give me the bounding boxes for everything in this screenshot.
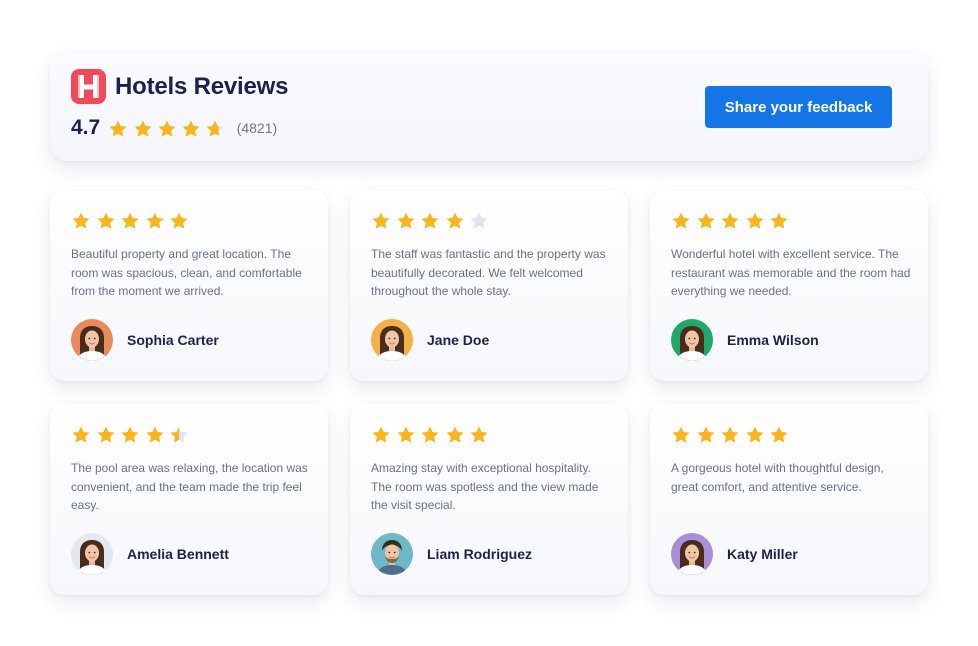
reviewer-name: Emma Wilson xyxy=(727,332,819,348)
star-icon xyxy=(721,426,739,443)
reviewer-name: Amelia Bennett xyxy=(127,546,229,562)
star-icon xyxy=(746,212,764,229)
star-icon xyxy=(97,212,115,229)
header-card: Hotels Reviews 4.7 (4821) Share your fee… xyxy=(50,52,928,161)
reviewer-name: Sophia Carter xyxy=(127,332,219,348)
star-icon xyxy=(421,426,439,443)
star-icon xyxy=(672,212,690,229)
star-icon xyxy=(672,426,690,443)
review-rating-stars xyxy=(71,425,194,444)
star-icon xyxy=(721,212,739,229)
review-card: The staff was fantastic and the property… xyxy=(350,190,628,381)
hotels-logo-icon xyxy=(71,69,106,104)
star-icon xyxy=(121,212,139,229)
star-icon xyxy=(397,212,415,229)
star-icon xyxy=(697,426,715,443)
reviewer-name: Katy Miller xyxy=(727,546,798,562)
star-icon xyxy=(97,426,115,443)
star-icon xyxy=(170,212,188,229)
star-icon xyxy=(397,426,415,443)
man-portrait-icon xyxy=(371,533,413,575)
star-icon xyxy=(121,426,139,443)
star-icon xyxy=(421,212,439,229)
reviewer: Liam Rodriguez xyxy=(371,533,532,575)
star-icon xyxy=(133,119,152,137)
star-icon xyxy=(697,212,715,229)
half-star-icon xyxy=(170,426,188,443)
review-text: A gorgeous hotel with thoughtful design,… xyxy=(671,461,884,494)
brand: Hotels Reviews xyxy=(71,69,288,104)
star-icon xyxy=(158,119,176,137)
star-icon xyxy=(770,212,788,229)
half-star-icon xyxy=(206,119,224,137)
woman-portrait-icon xyxy=(371,319,413,361)
woman-portrait-icon xyxy=(71,533,113,575)
reviewer-name: Liam Rodriguez xyxy=(427,546,533,562)
woman-portrait-icon xyxy=(671,319,713,361)
star-icon xyxy=(146,212,164,229)
review-text: The staff was fantastic and the property… xyxy=(371,247,606,298)
reviewer: Emma Wilson xyxy=(671,319,819,361)
empty-star-icon xyxy=(470,212,488,229)
review-text: Wonderful hotel with excellent service. … xyxy=(671,247,911,298)
share-feedback-button[interactable]: Share your feedback xyxy=(705,86,892,128)
star-icon xyxy=(146,426,164,443)
reviewer: Sophia Carter xyxy=(71,319,219,361)
review-rating-stars xyxy=(71,211,194,230)
woman-portrait-icon xyxy=(71,319,113,361)
star-icon xyxy=(109,119,127,137)
review-text: Amazing stay with exceptional hospitalit… xyxy=(371,461,599,512)
overall-rating-stars xyxy=(108,119,229,138)
review-card: The pool area was relaxing, the location… xyxy=(50,404,328,595)
reviewer: Katy Miller xyxy=(671,533,798,575)
woman-portrait-icon xyxy=(671,533,713,575)
star-icon xyxy=(182,119,200,137)
review-card: Beautiful property and great location. T… xyxy=(50,190,328,381)
review-card: Wonderful hotel with excellent service. … xyxy=(650,190,928,381)
star-icon xyxy=(72,212,90,229)
review-card: A gorgeous hotel with thoughtful design,… xyxy=(650,404,928,595)
review-rating-stars xyxy=(671,425,794,444)
review-rating-stars xyxy=(671,211,794,230)
review-text: Beautiful property and great location. T… xyxy=(71,247,302,298)
star-icon xyxy=(72,426,90,443)
reviewer: Amelia Bennett xyxy=(71,533,229,575)
review-count: (4821) xyxy=(236,120,278,136)
star-icon xyxy=(446,426,464,443)
review-rating-stars xyxy=(371,211,494,230)
page: Hotels Reviews 4.7 (4821) Share your fee… xyxy=(0,0,978,646)
review-rating-stars xyxy=(371,425,494,444)
star-icon xyxy=(372,212,390,229)
review-text: The pool area was relaxing, the location… xyxy=(71,461,308,512)
rating-value: 4.7 xyxy=(71,116,101,139)
reviewer: Jane Doe xyxy=(371,319,489,361)
overall-rating: 4.7 (4821) xyxy=(71,116,277,140)
star-icon xyxy=(372,426,390,443)
star-icon xyxy=(470,426,488,443)
review-card: Amazing stay with exceptional hospitalit… xyxy=(350,404,628,595)
page-title: Hotels Reviews xyxy=(115,72,289,100)
reviewer-name: Jane Doe xyxy=(427,332,490,348)
star-icon xyxy=(746,426,764,443)
star-icon xyxy=(770,426,788,443)
star-icon xyxy=(446,212,464,229)
